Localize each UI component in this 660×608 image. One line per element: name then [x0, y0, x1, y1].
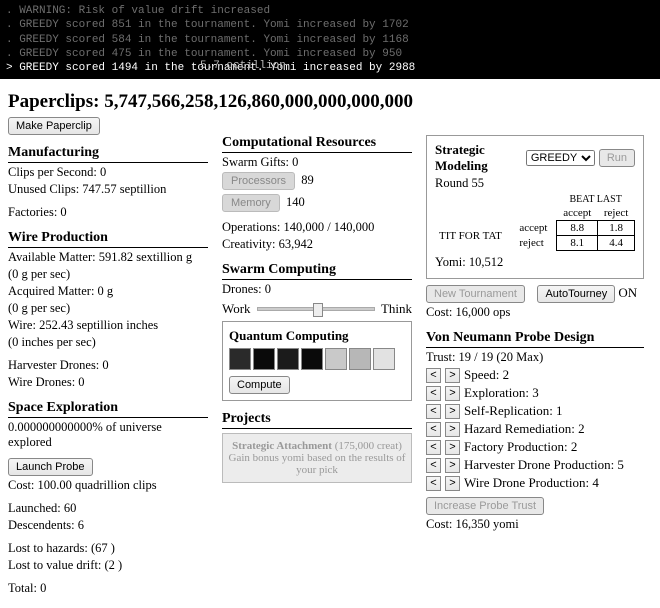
autotourney-button[interactable]: AutoTourney — [537, 285, 615, 303]
tournament-cost: Cost: 16,000 ops — [426, 305, 644, 320]
unused-clips: Unused Clips: 747.57 septillion — [8, 182, 208, 197]
quantum-title: Quantum Computing — [229, 328, 349, 343]
run-button[interactable]: Run — [599, 149, 635, 167]
processors-label: Processors — [222, 172, 295, 190]
qchip — [277, 348, 299, 370]
swarm-title: Swarm Computing — [222, 262, 412, 280]
vnp-title: Von Neumann Probe Design — [426, 330, 644, 348]
autotourney-state: ON — [618, 285, 637, 300]
vnp-row: Harvester Drone Production: 5 — [464, 457, 624, 473]
qchip — [253, 348, 275, 370]
page-title: Paperclips: 5,747,566,258,126,860,000,00… — [8, 91, 652, 113]
log-line: . GREEDY scored 475 in the tournament. Y… — [6, 47, 654, 61]
memory-value: 140 — [286, 195, 305, 209]
qchip — [229, 348, 251, 370]
strat-title: Strategic Modeling — [435, 142, 522, 174]
trust: Trust: 19 / 19 (20 Max) — [426, 350, 644, 365]
work-think-slider[interactable] — [257, 307, 375, 311]
strategic-modeling-box: Strategic Modeling GREEDY Run Round 55 B… — [426, 135, 644, 279]
vnp-row: Wire Drone Production: 4 — [464, 475, 599, 491]
project-desc: Gain bonus yomi based on the results of … — [229, 452, 406, 476]
inc-button[interactable]: > — [445, 404, 460, 419]
log-line: . WARNING: Risk of value drift increased — [6, 4, 654, 18]
round: Round 55 — [435, 176, 635, 191]
inc-button[interactable]: > — [445, 386, 460, 401]
trust-cost: Cost: 16,350 yomi — [426, 517, 644, 532]
qchip — [325, 348, 347, 370]
comp-title: Computational Resources — [222, 135, 412, 153]
universe-explored: 0.000000000000% of universe explored — [8, 420, 208, 450]
manufacturing-title: Manufacturing — [8, 145, 208, 163]
slider-thumb[interactable] — [313, 303, 323, 317]
work-label: Work — [222, 301, 251, 317]
total-probes: Total: 0 — [8, 581, 208, 596]
launch-probe-button[interactable]: Launch Probe — [8, 458, 93, 476]
project-card[interactable]: Strategic Attachment (175,000 creat) Gai… — [222, 433, 412, 483]
dec-button[interactable]: < — [426, 458, 441, 473]
factories: Factories: 0 — [8, 205, 208, 220]
qchip — [349, 348, 371, 370]
project-cost: (175,000 creat) — [335, 440, 402, 452]
drones: Drones: 0 — [222, 282, 412, 297]
acquired-matter-rate: (0 g per sec) — [8, 301, 208, 316]
lost-drift: Lost to value drift: (2 ) — [8, 558, 208, 573]
launched: Launched: 60 — [8, 501, 208, 516]
inc-button[interactable]: > — [445, 368, 460, 383]
vnp-row: Exploration: 3 — [464, 385, 539, 401]
wire-title: Wire Production — [8, 230, 208, 248]
console-log: . WARNING: Risk of value drift increased… — [0, 0, 660, 79]
payoff-table: BEAT LAST acceptreject TIT FOR TATaccept… — [435, 193, 635, 251]
inc-button[interactable]: > — [445, 458, 460, 473]
swarm-gifts: Swarm Gifts: 0 — [222, 155, 412, 170]
dec-button[interactable]: < — [426, 476, 441, 491]
yomi: Yomi: 10,512 — [435, 255, 635, 270]
strategy-select[interactable]: GREEDY — [526, 150, 595, 166]
project-name: Strategic Attachment — [232, 440, 332, 452]
wire-drones: Wire Drones: 0 — [8, 375, 208, 390]
log-line: . GREEDY scored 851 in the tournament. Y… — [6, 18, 654, 32]
dec-button[interactable]: < — [426, 440, 441, 455]
vnp-row: Factory Production: 2 — [464, 439, 577, 455]
log-line-last: > GREEDY scored 1494 in the tournament. … — [6, 61, 654, 75]
wire-amount: Wire: 252.43 septillion inches — [8, 318, 208, 333]
creativity: Creativity: 63,942 — [222, 237, 412, 252]
available-matter-rate: (0 g per sec) — [8, 267, 208, 282]
acquired-matter: Acquired Matter: 0 g — [8, 284, 208, 299]
dec-button[interactable]: < — [426, 422, 441, 437]
operations: Operations: 140,000 / 140,000 — [222, 220, 412, 235]
dec-button[interactable]: < — [426, 404, 441, 419]
think-label: Think — [381, 301, 412, 317]
inc-button[interactable]: > — [445, 440, 460, 455]
probe-cost: Cost: 100.00 quadrillion clips — [8, 478, 208, 493]
inc-button[interactable]: > — [445, 422, 460, 437]
compute-button[interactable]: Compute — [229, 376, 290, 394]
new-tournament-button[interactable]: New Tournament — [426, 285, 525, 303]
vnp-row: Hazard Remediation: 2 — [464, 421, 585, 437]
harvester-drones: Harvester Drones: 0 — [8, 358, 208, 373]
descendents: Descendents: 6 — [8, 518, 208, 533]
space-title: Space Exploration — [8, 400, 208, 418]
inc-button[interactable]: > — [445, 476, 460, 491]
vnp-row: Self-Replication: 1 — [464, 403, 563, 419]
memory-label: Memory — [222, 194, 280, 212]
dec-button[interactable]: < — [426, 386, 441, 401]
clips-per-second: Clips per Second: 0 — [8, 165, 208, 180]
dec-button[interactable]: < — [426, 368, 441, 383]
lost-hazards: Lost to hazards: (67 ) — [8, 541, 208, 556]
log-line: . GREEDY scored 584 in the tournament. Y… — [6, 33, 654, 47]
qchip — [301, 348, 323, 370]
increase-trust-button[interactable]: Increase Probe Trust — [426, 497, 544, 515]
make-paperclip-button[interactable]: Make Paperclip — [8, 117, 100, 135]
vnp-row: Speed: 2 — [464, 367, 509, 383]
wire-rate: (0 inches per sec) — [8, 335, 208, 350]
qchip — [373, 348, 395, 370]
processors-value: 89 — [301, 173, 314, 187]
available-matter: Available Matter: 591.82 sextillion g — [8, 250, 208, 265]
projects-title: Projects — [222, 411, 412, 429]
